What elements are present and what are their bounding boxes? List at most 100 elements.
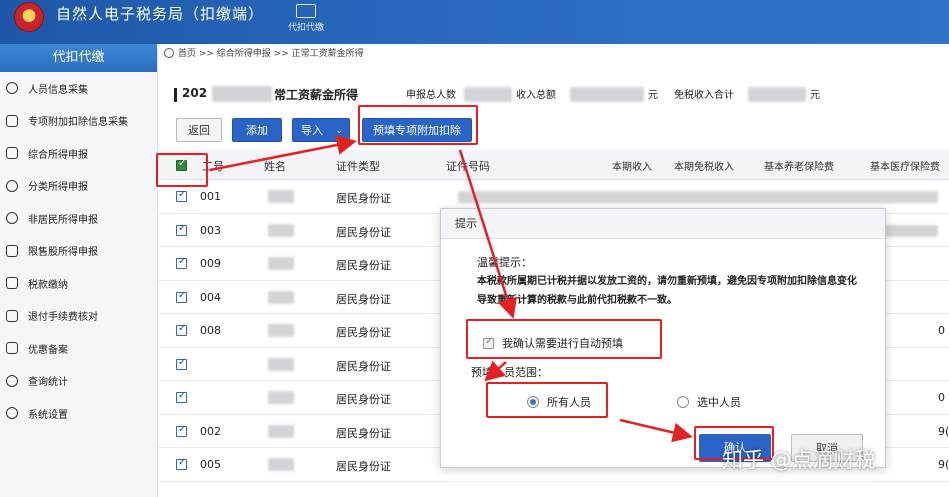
app-title: 自然人电子税务局（扣缴端）: [56, 5, 265, 23]
col-income[interactable]: 本期收入: [612, 158, 652, 173]
import-button[interactable]: 导入 ⌄: [292, 118, 350, 142]
sidebar-item-comprehensive-income[interactable]: 综合所得申报: [0, 137, 157, 170]
confirm-label: 我确认需要进行自动预填: [502, 337, 623, 350]
row-checkbox[interactable]: [176, 256, 187, 269]
row-checkbox[interactable]: [176, 424, 187, 437]
tax-emblem-icon: [14, 2, 44, 32]
row-checkbox[interactable]: [176, 323, 187, 336]
cell-cert-number-redacted: [458, 191, 938, 203]
add-button[interactable]: 添加: [232, 118, 282, 142]
cell-name-redacted: [268, 391, 294, 404]
option-selected-label: 选中人员: [697, 396, 741, 409]
payment-icon: [6, 277, 18, 290]
withholding-icon: [296, 4, 316, 18]
range-label: 预填人员范围：: [471, 366, 548, 379]
col-name[interactable]: 姓名: [264, 158, 286, 174]
gear-icon: [6, 407, 18, 420]
select-all-checkbox[interactable]: [176, 158, 187, 171]
dialog-body: 温馨提示： 本税款所属期已计税并据以发放工资的，请勿重新预填，避免因专项附加扣除…: [477, 253, 857, 310]
app-header: 自然人电子税务局（扣缴端） 代扣代缴: [0, 0, 949, 44]
cell-employee-id: 005: [200, 458, 221, 471]
sidebar-item-tax-payment[interactable]: 税款缴纳: [0, 267, 157, 300]
list-icon: [6, 114, 18, 127]
col-cert-type[interactable]: 证件类型: [336, 158, 380, 174]
sidebar-item-settings[interactable]: 系统设置: [0, 397, 157, 430]
redacted-people: [464, 87, 512, 102]
back-button[interactable]: 返回: [176, 118, 222, 142]
col-tax-free[interactable]: 本期免税收入: [674, 158, 734, 173]
sidebar-item-refund-check[interactable]: 退付手续费核对: [0, 300, 157, 333]
option-all-people[interactable]: 所有人员: [527, 394, 591, 410]
col-employee-id[interactable]: 工号: [202, 158, 224, 174]
cell-name-redacted: [268, 324, 294, 337]
radio-all-people[interactable]: [527, 396, 539, 408]
yuan-unit-1: 元: [648, 90, 658, 101]
sidebar-item-preferential[interactable]: 优惠备案: [0, 332, 157, 365]
document-icon: [6, 309, 18, 322]
sidebar-item-restricted-shares[interactable]: 限售股所得申报: [0, 235, 157, 268]
shield-icon: [6, 342, 18, 355]
sidebar-item-classified-income[interactable]: 分类所得申报: [0, 170, 157, 203]
row-checkbox[interactable]: [176, 223, 187, 236]
title-year: 202: [182, 86, 208, 100]
row-checkbox[interactable]: [176, 357, 187, 370]
confirm-auto-prefill[interactable]: 我确认需要进行自动预填: [483, 335, 623, 351]
layers-icon: [6, 147, 18, 160]
cell-cert-type: 居民身份证: [336, 359, 391, 373]
row-checkbox[interactable]: [176, 390, 187, 403]
sidebar-item-person-info[interactable]: 人员信息采集: [0, 72, 157, 105]
declaration-summary: 202 常工资薪金所得 申报总人数 收入总额 元 免税收入合计 元: [174, 84, 944, 106]
sidebar-item-special-deduction[interactable]: 专项附加扣除信息采集: [0, 105, 157, 138]
tax-free-label: 免税收入合计: [674, 90, 734, 101]
person-icon: [6, 82, 18, 95]
cell-name-redacted: [268, 458, 294, 471]
col-pension[interactable]: 基本养老保险费: [764, 158, 834, 173]
import-label: 导入: [301, 124, 323, 137]
cell-employee-id: 002: [200, 424, 221, 438]
title-accent-bar: [174, 88, 177, 102]
prefill-deduction-button[interactable]: 预填专项附加扣除: [362, 118, 472, 142]
sidebar-section-title: 代扣代缴: [0, 44, 157, 72]
total-people-label: 申报总人数: [406, 90, 456, 101]
cell-right-partial: 0: [938, 324, 945, 337]
cell-right-partial: 0: [938, 391, 945, 404]
cell-employee-id: 001: [200, 190, 221, 203]
yuan-unit-2: 元: [810, 90, 820, 101]
cell-employee-id: 004: [200, 290, 221, 304]
tab-withholding[interactable]: 代扣代缴: [270, 0, 342, 44]
row-checkbox[interactable]: [176, 290, 187, 303]
cell-name-redacted: [268, 357, 294, 371]
sidebar-item-nonresident-income[interactable]: 非居民所得申报: [0, 202, 157, 235]
pie-icon: [6, 179, 18, 192]
cell-cert-type: 居民身份证: [336, 259, 391, 272]
cell-name-redacted: [268, 257, 294, 270]
redacted-year: [212, 86, 272, 102]
chevron-down-icon: ⌄: [335, 126, 343, 136]
warm-tip-message: 本税款所属期已计税并据以发放工资的，请勿重新预填，避免因专项附加扣除信息变化导致…: [477, 276, 857, 306]
row-checkbox[interactable]: [176, 457, 187, 470]
table-header: 工号 姓名 证件类型 证件号码 本期收入 本期免税收入 基本养老保险费 基本医疗…: [158, 150, 949, 180]
col-cert-number[interactable]: 证件号码: [446, 158, 490, 174]
person-outline-icon: [6, 212, 18, 225]
search-icon: [6, 374, 18, 387]
cell-name-redacted: [268, 290, 294, 304]
radio-selected-people[interactable]: [677, 396, 689, 408]
home-icon[interactable]: [164, 47, 174, 58]
cell-name-redacted: [268, 223, 294, 237]
sidebar: 代扣代缴 人员信息采集 专项附加扣除信息采集 综合所得申报 分类所得申报 非居民…: [0, 44, 158, 497]
option-selected-people[interactable]: 选中人员: [677, 394, 741, 410]
cell-cert-type: 居民身份证: [336, 225, 391, 239]
breadcrumb: 首页 >> 综合所得申报 >> 正常工资薪金所得: [164, 46, 364, 59]
cell-cert-type: 居民身份证: [336, 426, 391, 440]
cell-cert-type: 居民身份证: [336, 326, 391, 339]
cell-employee-id: 008: [200, 324, 221, 337]
row-checkbox[interactable]: [176, 189, 187, 202]
confirm-checkbox[interactable]: [483, 336, 494, 349]
page-title: 常工资薪金所得: [274, 88, 359, 102]
tab-withholding-label: 代扣代缴: [287, 23, 324, 33]
cell-cert-type: 居民身份证: [336, 292, 391, 306]
income-total-label: 收入总额: [516, 90, 556, 101]
col-medical[interactable]: 基本医疗保险费: [870, 158, 940, 173]
breadcrumb-text[interactable]: 首页 >> 综合所得申报 >> 正常工资薪金所得: [178, 46, 364, 59]
sidebar-item-query[interactable]: 查询统计: [0, 365, 157, 398]
